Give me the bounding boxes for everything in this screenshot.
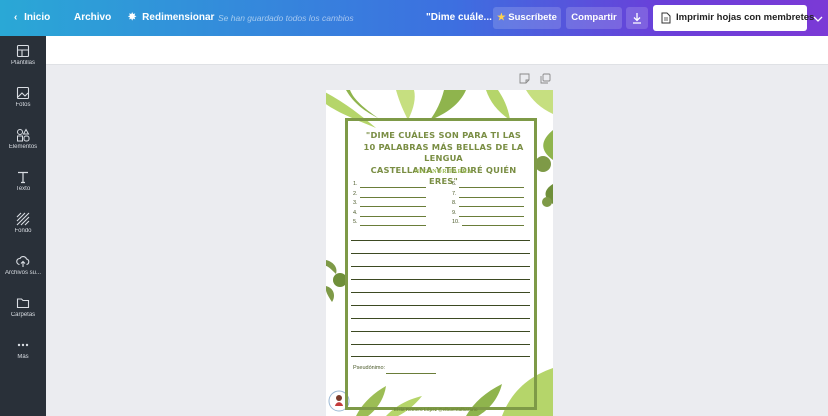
writing-line [351,292,530,293]
text-icon [18,171,28,184]
word-number: 7. [452,190,457,197]
sidebar-label: Más [17,354,29,360]
sidebar-item-more[interactable]: Más [0,338,46,378]
save-status: Se han guardado todos los cambios [218,13,354,23]
upload-icon [16,255,30,267]
word-answer-line [459,206,524,207]
share-button[interactable]: Compartir [566,7,622,29]
resize-button[interactable]: ✸ Redimensionar [128,0,214,36]
document-title[interactable]: "Dime cuále... [426,0,492,36]
sidebar-item-photos[interactable]: Fotos [0,86,46,126]
chevron-down-icon [813,16,823,22]
design-page[interactable]: "DIME CUÁLES SON PARA TI LAS 10 PALABRAS… [326,90,553,416]
sidebar-label: Fotos [15,102,31,108]
word-answer-line [459,187,524,188]
sidebar-item-background[interactable]: Fondo [0,212,46,252]
word-number: 4. [353,209,358,216]
chevron-left-icon: ‹ [14,12,18,23]
left-sidebar: Plantillas Fotos Elementos Texto Fondo A… [0,36,46,416]
print-label: Imprimir hojas con membretes [676,12,815,23]
writing-line [351,344,530,345]
print-dropdown-button[interactable] [808,5,828,31]
duplicate-page-icon[interactable] [540,73,551,84]
word-answer-line [360,187,426,188]
writing-line [351,305,530,306]
word-answer-line [459,196,524,198]
photos-icon [16,86,30,100]
print-button[interactable]: Imprimir hojas con membretes [653,5,814,31]
background-icon [16,212,30,226]
pseudonym-line [386,373,436,374]
sidebar-label: Carpetas [10,312,36,318]
writing-line [351,266,530,267]
word-answer-line [462,225,524,226]
sidebar-item-uploads[interactable]: Archivos su... [0,254,46,294]
writing-line [351,356,530,357]
word-number: 1. [353,181,358,187]
subscribe-label: Suscríbete [508,12,557,23]
download-button[interactable] [626,7,648,29]
folder-icon [16,298,30,309]
add-note-icon[interactable] [519,73,530,84]
sidebar-label: Fondo [14,228,32,234]
resize-label: Redimensionar [142,12,215,23]
worksheet-author: NICANOR PARRA [414,169,473,175]
writing-line [351,331,530,332]
star-icon: ★ [497,12,506,23]
home-button[interactable]: ‹ Inicio [14,0,50,36]
worksheet-title: "DIME CUÁLES SON PARA TI LAS 10 PALABRAS… [356,130,531,188]
word-number: 6. [452,181,457,187]
word-number: 3. [353,200,358,206]
sidebar-label: Plantillas [10,60,35,66]
download-icon [633,13,641,24]
word-answer-line [360,196,426,198]
sidebar-label: Texto [15,186,31,192]
footer-credit: Elsia Romero López @elbuentalbarario [394,407,478,412]
sidebar-item-text[interactable]: Texto [0,170,46,210]
subscribe-button[interactable]: ★ Suscríbete [493,7,561,29]
title-line-2: 10 PALABRAS MÁS BELLAS DE LA LENGUA [363,141,524,164]
writing-line [351,240,530,241]
pseudonym-label: Pseudónimo: [353,365,386,371]
writing-line [351,318,530,319]
word-number: 8. [452,200,457,206]
title-line-1: "DIME CUÁLES SON PARA TI LAS [365,130,522,140]
word-answer-line [360,206,426,207]
sidebar-item-elements[interactable]: Elementos [0,128,46,168]
word-number: 10. [452,219,460,225]
word-number: 5. [353,219,358,225]
sidebar-label: Archivos su... [4,270,41,276]
file-menu-button[interactable]: Archivo [74,0,111,36]
elements-icon [17,128,30,142]
more-icon [17,343,29,347]
home-label: Inicio [24,12,51,23]
sidebar-label: Elementos [8,144,38,150]
word-answer-line [360,215,426,217]
document-icon [661,12,671,24]
writing-line [351,253,530,254]
sidebar-item-folders[interactable]: Carpetas [0,296,46,336]
word-number: 2. [353,190,358,197]
top-bar: ‹ Inicio Archivo ✸ Redimensionar Se han … [0,0,828,36]
sparkle-icon: ✸ [128,12,137,23]
writing-line [351,279,530,280]
templates-icon [16,44,30,58]
word-answer-line [360,225,426,226]
word-answer-line [459,215,524,217]
word-number: 9. [452,209,457,216]
editor-toolbar [46,36,828,65]
sidebar-item-templates[interactable]: Plantillas [0,44,46,84]
